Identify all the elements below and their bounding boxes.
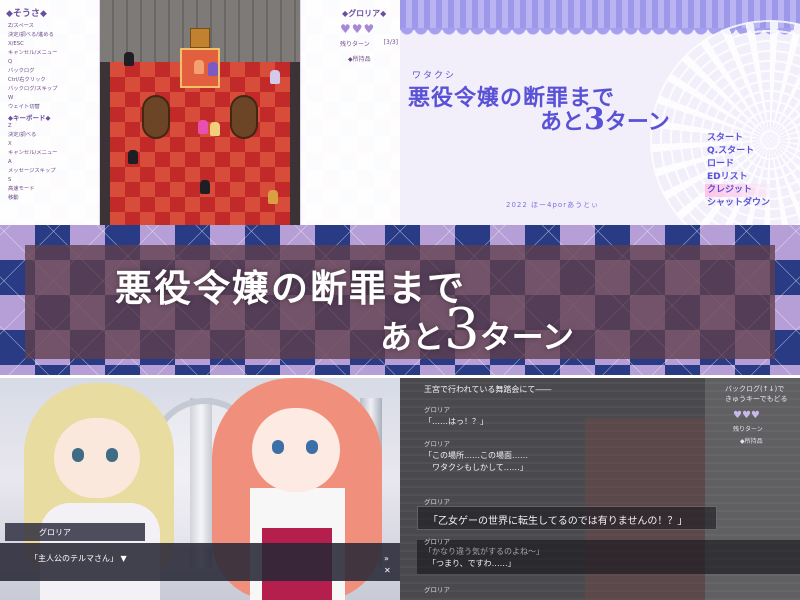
dining-table [142,95,170,139]
menu-shutdown[interactable]: シャットダウン [705,197,770,210]
npc-sprite [268,190,278,204]
control-item: W [8,95,14,101]
control-item: キャンセル/メニュー [8,50,58,56]
dialogue-scene: グロリア 「主人公のテルマさん」 ▼ » ✕ [0,378,400,600]
heroine-face [54,418,140,498]
dining-table [230,95,258,139]
menu-load[interactable]: ロード [705,158,770,171]
inventory-label: ◆所持品 [740,438,763,445]
hearts-icon: ♥♥♥ [733,410,760,421]
keyboard-item: キャンセル/メニュー [8,150,58,156]
control-item: ウェイト切替 [8,104,40,110]
control-item: X/ESC [8,41,24,47]
close-icon[interactable]: ✕ [384,565,391,577]
banner-title-line2: あと3ターン [380,297,575,362]
hearts-icon: ♥♥♥ [340,22,376,36]
keyboard-title: ◆キーボード◆ [8,114,51,122]
menu-quick-start[interactable]: Q.スタート [705,145,770,158]
eye [272,440,284,454]
control-item: 決定/調べる/進める [8,32,54,38]
throne-sprite [190,28,210,48]
npc-sprite [124,52,134,66]
keyboard-item: 高速モード [8,186,35,192]
character-name: ◆グロリア◆ [342,9,387,18]
turn-value: [3/3] [383,39,398,46]
keyboard-item: 移動 [8,195,19,201]
log-speaker: グロリア [424,538,450,546]
advance-arrow-icon: ▼ [120,554,127,563]
backlog-help: バックログ(↑↓)で きゅうキーでもどる [725,385,788,403]
npc-sprite [200,180,210,194]
keyboard-item: メッセージスキップ [8,168,56,174]
log-entry[interactable]: 王宮で行われている舞踏会にて―― [424,384,551,395]
eye [306,440,318,454]
copyright-text: 2022 ほー4porあうとぃ [506,201,600,209]
eye [106,448,118,462]
npc-sprite [208,62,218,76]
menu-credits[interactable]: クレジット [705,184,771,197]
log-entry[interactable]: 「この場所……この場面…… [424,450,528,461]
speaker-name: グロリア [5,523,145,541]
menu-start[interactable]: スタート [705,132,770,145]
title-banner: 悪役令嬢の断罪まで あと3ターン [0,225,800,375]
keyboard-list: Z 決定/調べる X キャンセル/メニュー A メッセージスキップ S 高速モー… [8,122,57,203]
menu-ending-list[interactable]: EDリスト [705,171,770,184]
keyboard-item: A [8,159,12,165]
turn-counter: 残りターン [3/3] [340,39,398,48]
log-speaker: グロリア [424,586,450,594]
dialogue-text: 「主人公のテルマさん」 [30,554,118,563]
backlog-screen: バックログ(↑↓)で きゅうキーでもどる ♥♥♥ 残りターン ◆所持品 王宮で行… [400,378,800,600]
log-speaker: グロリア [424,406,450,414]
controls-list: Z/スペース 決定/調べる/進める X/ESC キャンセル/メニュー Q バック… [8,22,57,112]
log-entry[interactable]: ワタクシもしかして……」 [424,462,528,473]
dialogue-box[interactable]: 「主人公のテルマさん」 ▼ [0,543,400,581]
gameplay-map-screenshot: ◆そうさ◆ Z/スペース 決定/調べる/進める X/ESC キャンセル/メニュー… [0,0,400,225]
dialogue-controls: » ✕ [384,553,391,577]
gloria-face [252,408,340,492]
controls-panel: ◆そうさ◆ Z/スペース 決定/調べる/進める X/ESC キャンセル/メニュー… [0,0,100,225]
keyboard-item: S [8,177,12,183]
log-entry[interactable]: 「かなり違う気がするのよね〜」 [424,546,544,557]
control-item: Ctrl/右クリック [8,77,46,83]
log-entry[interactable]: 「……はっ！？」 [424,416,488,427]
npc-sprite [270,70,280,84]
keyboard-item: Z [8,123,12,129]
log-speaker: グロリア [424,498,450,506]
eye [72,448,84,462]
keyboard-item: 決定/調べる [8,132,37,138]
control-item: バックログ [8,68,35,74]
control-item: Q [8,59,13,65]
keyboard-item: X [8,141,12,147]
npc-sprite [210,122,220,136]
log-speaker: グロリア [424,440,450,448]
control-item: Z/スペース [8,23,34,29]
player-sprite [198,120,208,134]
npc-sprite [194,60,204,74]
skip-icon[interactable]: » [384,553,391,565]
turn-label: 残りターン [733,426,763,433]
control-item: バックログ/スキップ [8,86,58,92]
game-title-line2: あと3ターン [540,102,670,137]
title-screen: ワタクシ 悪役令嬢の断罪まで あと3ターン スタート Q.スタート ロード ED… [400,0,800,225]
npc-sprite [128,150,138,164]
title-menu: スタート Q.スタート ロード EDリスト クレジット シャットダウン [705,132,771,210]
log-entry[interactable]: 「つまり、ですわ……」 [428,558,516,569]
inventory-label: ◆所持品 [348,56,371,63]
turn-label: 残りターン [340,41,370,48]
controls-title: ◆そうさ◆ [6,9,47,19]
log-entry[interactable]: 「乙女ゲーの世界に転生してるのでは有りませんの！？」 [428,512,687,527]
ballroom-map[interactable] [100,0,300,225]
